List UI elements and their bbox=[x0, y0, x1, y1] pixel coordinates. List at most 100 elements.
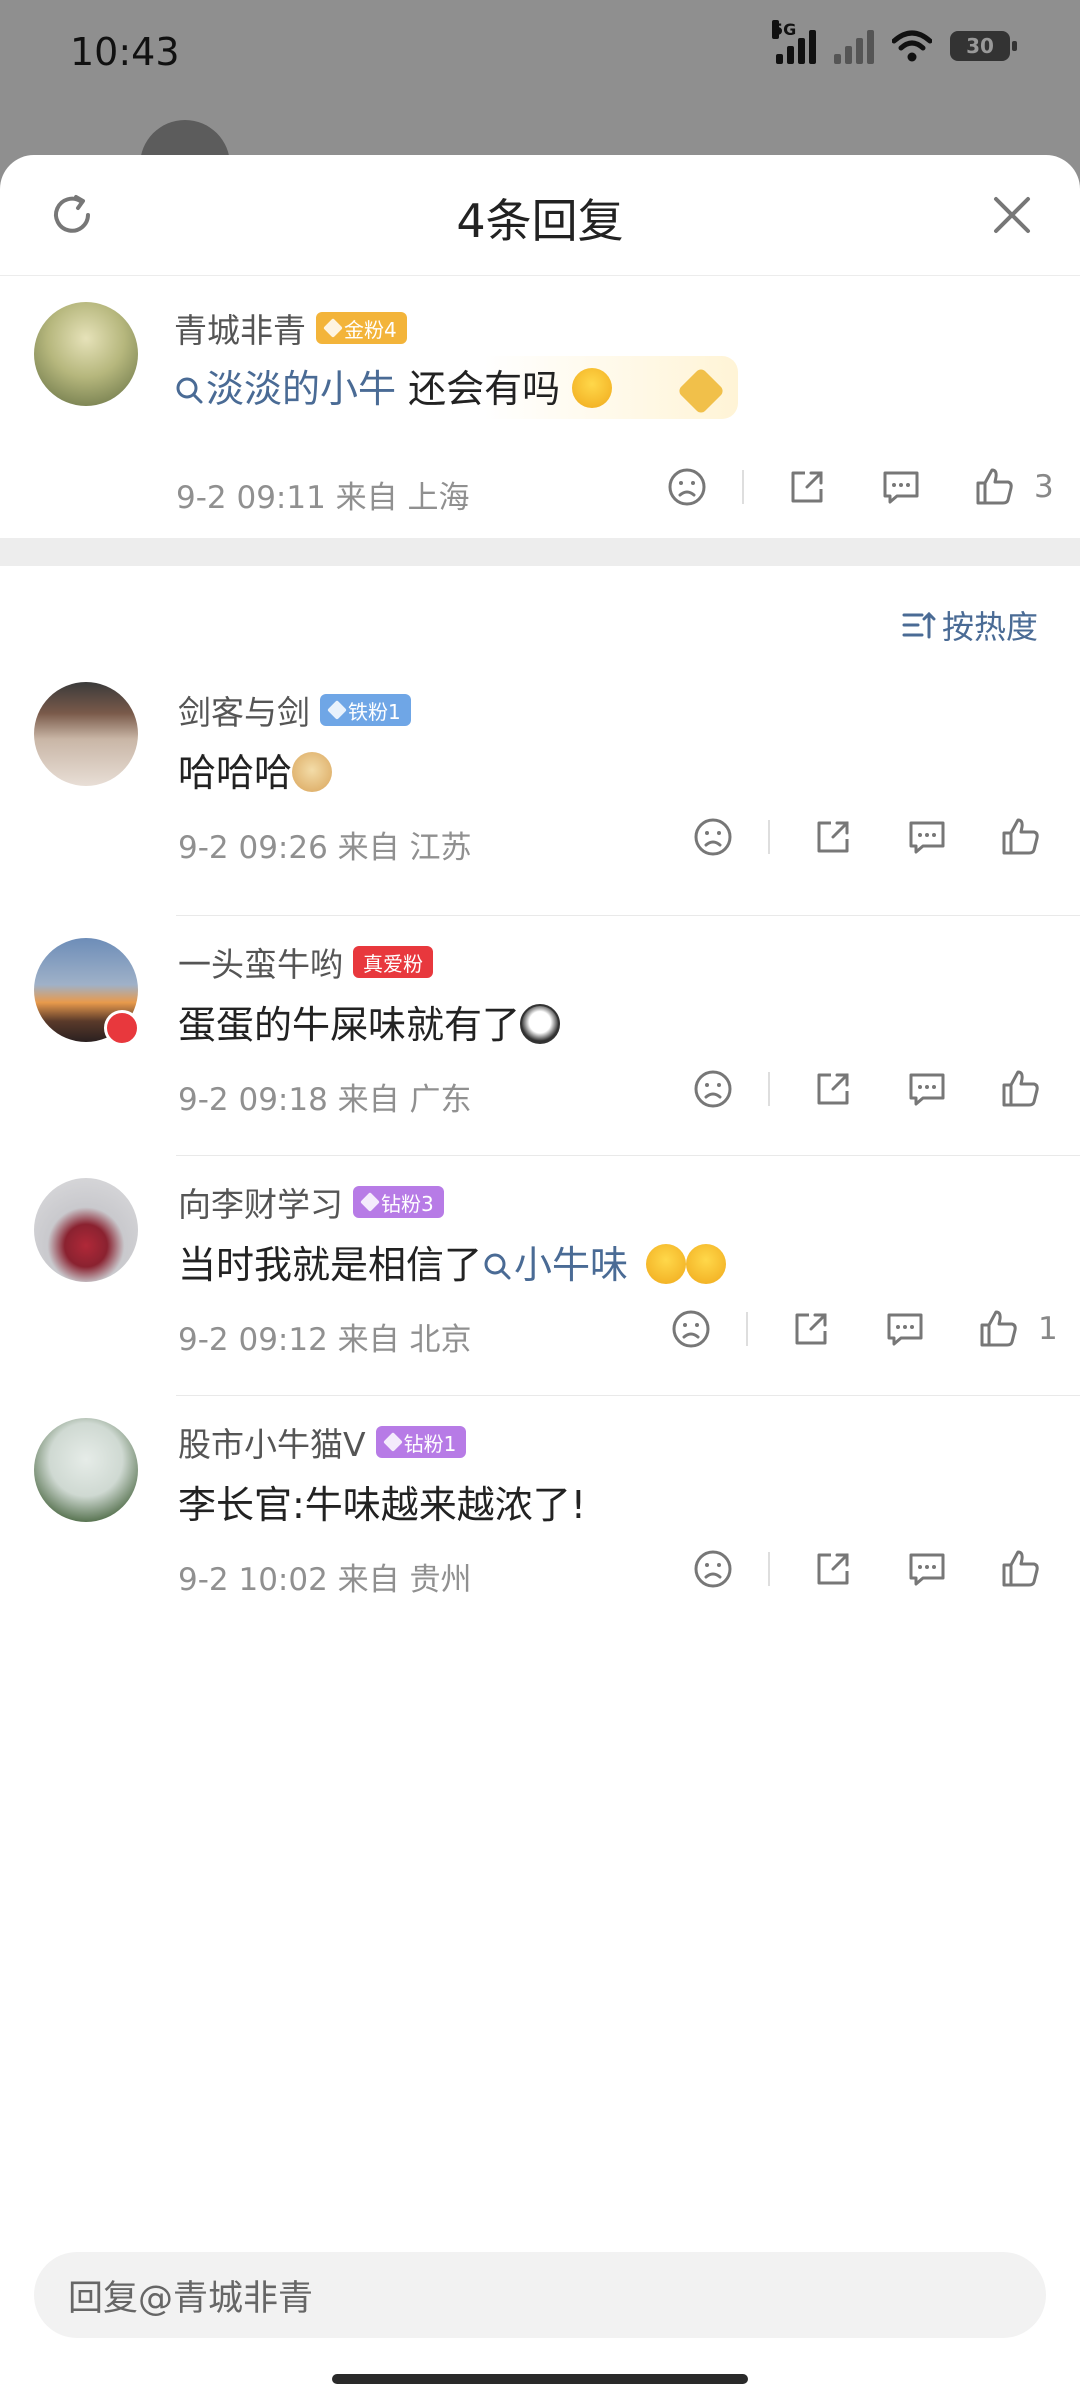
mention-link[interactable]: 淡淡的小牛 bbox=[174, 367, 396, 411]
like-button[interactable] bbox=[974, 1304, 1024, 1354]
fan-badge: 钻粉1 bbox=[375, 1426, 467, 1458]
reply-item: 向李财学习 钻粉3 当时我就是相信了 小牛味 9-2 09:12 来自 北京 1 bbox=[0, 1156, 1080, 1396]
dislike-button[interactable] bbox=[688, 812, 738, 862]
comment-icon bbox=[909, 1073, 945, 1106]
home-indicator[interactable] bbox=[332, 2374, 748, 2384]
reply-item: 股市小牛猫V 钻粉1 李长官:牛味越来越浓了! 9-2 10:02 来自 贵州 bbox=[0, 1396, 1080, 1636]
username[interactable]: 一头蛮牛哟 bbox=[178, 938, 343, 986]
thumbs-up-icon bbox=[1002, 1070, 1039, 1107]
comment-icon bbox=[909, 821, 945, 854]
topic-link[interactable]: 小牛味 bbox=[482, 1243, 628, 1287]
like-count: 3 bbox=[1034, 469, 1054, 505]
laughing-emoji-icon bbox=[686, 1244, 727, 1284]
share-button[interactable] bbox=[808, 812, 858, 862]
sheet-title: 4条回复 bbox=[456, 194, 624, 248]
username[interactable]: 股市小牛猫V bbox=[178, 1418, 366, 1466]
like-button[interactable] bbox=[996, 1064, 1046, 1114]
comment-text: 当时我就是相信了 小牛味 bbox=[178, 1234, 727, 1289]
share-icon bbox=[817, 1073, 849, 1105]
fan-badge: 真爱粉 bbox=[353, 946, 433, 978]
avatar[interactable] bbox=[34, 302, 138, 406]
sheet-header: 4条回复 bbox=[0, 155, 1080, 276]
sort-button[interactable]: 按热度 bbox=[902, 602, 1038, 648]
avatar[interactable] bbox=[34, 1418, 138, 1522]
like-button[interactable] bbox=[996, 812, 1046, 862]
comment-text: 蛋蛋的牛屎味就有了 bbox=[178, 994, 561, 1049]
search-icon bbox=[176, 377, 203, 404]
username[interactable]: 剑客与剑 bbox=[178, 686, 310, 734]
fan-badge: 钻粉3 bbox=[353, 1186, 444, 1218]
comment-meta: 9-2 09:12 来自 北京 bbox=[178, 1322, 472, 1358]
crying-emoji-icon bbox=[572, 368, 613, 408]
status-icons: 5G 30 bbox=[772, 20, 1017, 64]
dislike-button[interactable] bbox=[688, 1064, 738, 1114]
thumbs-up-icon bbox=[1002, 1550, 1039, 1587]
cellular-no-service-icon bbox=[834, 28, 874, 64]
thumbs-up-icon bbox=[980, 1310, 1017, 1347]
share-icon bbox=[817, 821, 849, 853]
share-button[interactable] bbox=[786, 1304, 836, 1354]
diamond-deco-icon bbox=[677, 366, 726, 416]
dislike-button[interactable] bbox=[662, 462, 712, 512]
comment-icon bbox=[909, 1553, 945, 1586]
sad-face-icon bbox=[672, 1310, 710, 1348]
like-button[interactable] bbox=[970, 462, 1020, 512]
like-button[interactable] bbox=[996, 1544, 1046, 1594]
sad-face-icon bbox=[694, 818, 732, 856]
comment-text: 李长官:牛味越来越浓了! bbox=[178, 1483, 587, 1527]
reply-input[interactable]: 回复@青城非青 bbox=[34, 2252, 1046, 2338]
reply-button[interactable] bbox=[902, 1064, 952, 1114]
share-button[interactable] bbox=[808, 1064, 858, 1114]
dislike-button[interactable] bbox=[688, 1544, 738, 1594]
thumbs-up-icon bbox=[1002, 818, 1039, 855]
doge-emoji-icon bbox=[292, 752, 333, 792]
battery-icon: 30 bbox=[950, 31, 1017, 61]
thumbs-up-icon bbox=[976, 468, 1013, 505]
username[interactable]: 青城非青 bbox=[174, 304, 306, 352]
replies-sheet: 4条回复 青城非青 金粉4 淡淡的小牛 还会有吗 9-2 09:11 来自 上海 bbox=[0, 155, 1080, 2400]
username[interactable]: 向李财学习 bbox=[178, 1178, 343, 1226]
like-count: 1 bbox=[1038, 1311, 1058, 1347]
reply-item: 剑客与剑 铁粉1 哈哈哈 9-2 09:26 来自 江苏 bbox=[0, 676, 1080, 916]
sort-label: 按热度 bbox=[941, 608, 1038, 646]
reply-input-placeholder: 回复@青城非青 bbox=[68, 2278, 314, 2319]
comment-icon bbox=[887, 1313, 923, 1346]
reply-button[interactable] bbox=[876, 462, 926, 512]
comment-icon bbox=[883, 471, 919, 504]
comment-text: 淡淡的小牛 还会有吗 bbox=[174, 356, 739, 419]
section-divider bbox=[0, 538, 1080, 566]
avatar[interactable] bbox=[34, 682, 138, 786]
share-icon bbox=[795, 1313, 827, 1345]
comment-meta: 9-2 10:02 来自 贵州 bbox=[178, 1562, 472, 1598]
panda-emoji-icon bbox=[520, 1004, 561, 1044]
reply-item: 一头蛮牛哟 真爱粉 蛋蛋的牛屎味就有了 9-2 09:18 来自 广东 bbox=[0, 916, 1080, 1156]
sort-row: 按热度 bbox=[0, 566, 1080, 676]
wifi-icon bbox=[892, 30, 932, 62]
sad-face-icon bbox=[668, 468, 706, 506]
sad-face-icon bbox=[694, 1550, 732, 1588]
dislike-button[interactable] bbox=[666, 1304, 716, 1354]
sad-face-icon bbox=[694, 1070, 732, 1108]
close-icon[interactable] bbox=[988, 191, 1036, 239]
share-icon bbox=[791, 471, 823, 503]
cellular-5g-icon: 5G bbox=[772, 20, 816, 64]
share-icon bbox=[817, 1553, 849, 1585]
search-icon bbox=[484, 1253, 511, 1280]
status-bar: 10:43 5G 30 bbox=[0, 0, 1080, 110]
comment-meta: 9-2 09:26 来自 江苏 bbox=[178, 830, 472, 866]
comment-text: 哈哈哈 bbox=[178, 742, 333, 797]
reply-button[interactable] bbox=[880, 1304, 930, 1354]
comment-meta: 9-2 09:11 来自 上海 bbox=[176, 480, 470, 516]
fan-badge: 金粉4 bbox=[316, 312, 407, 344]
status-time: 10:43 bbox=[70, 30, 180, 74]
share-button[interactable] bbox=[808, 1544, 858, 1594]
sort-icon bbox=[902, 611, 936, 639]
avatar[interactable] bbox=[34, 1178, 138, 1282]
comment-meta: 9-2 09:18 来自 广东 bbox=[178, 1082, 472, 1118]
fan-badge: 铁粉1 bbox=[320, 694, 411, 726]
root-comment: 青城非青 金粉4 淡淡的小牛 还会有吗 9-2 09:11 来自 上海 3 bbox=[0, 276, 1080, 538]
share-button[interactable] bbox=[782, 462, 832, 512]
reply-button[interactable] bbox=[902, 812, 952, 862]
reply-button[interactable] bbox=[902, 1544, 952, 1594]
laughing-emoji-icon bbox=[646, 1244, 687, 1284]
